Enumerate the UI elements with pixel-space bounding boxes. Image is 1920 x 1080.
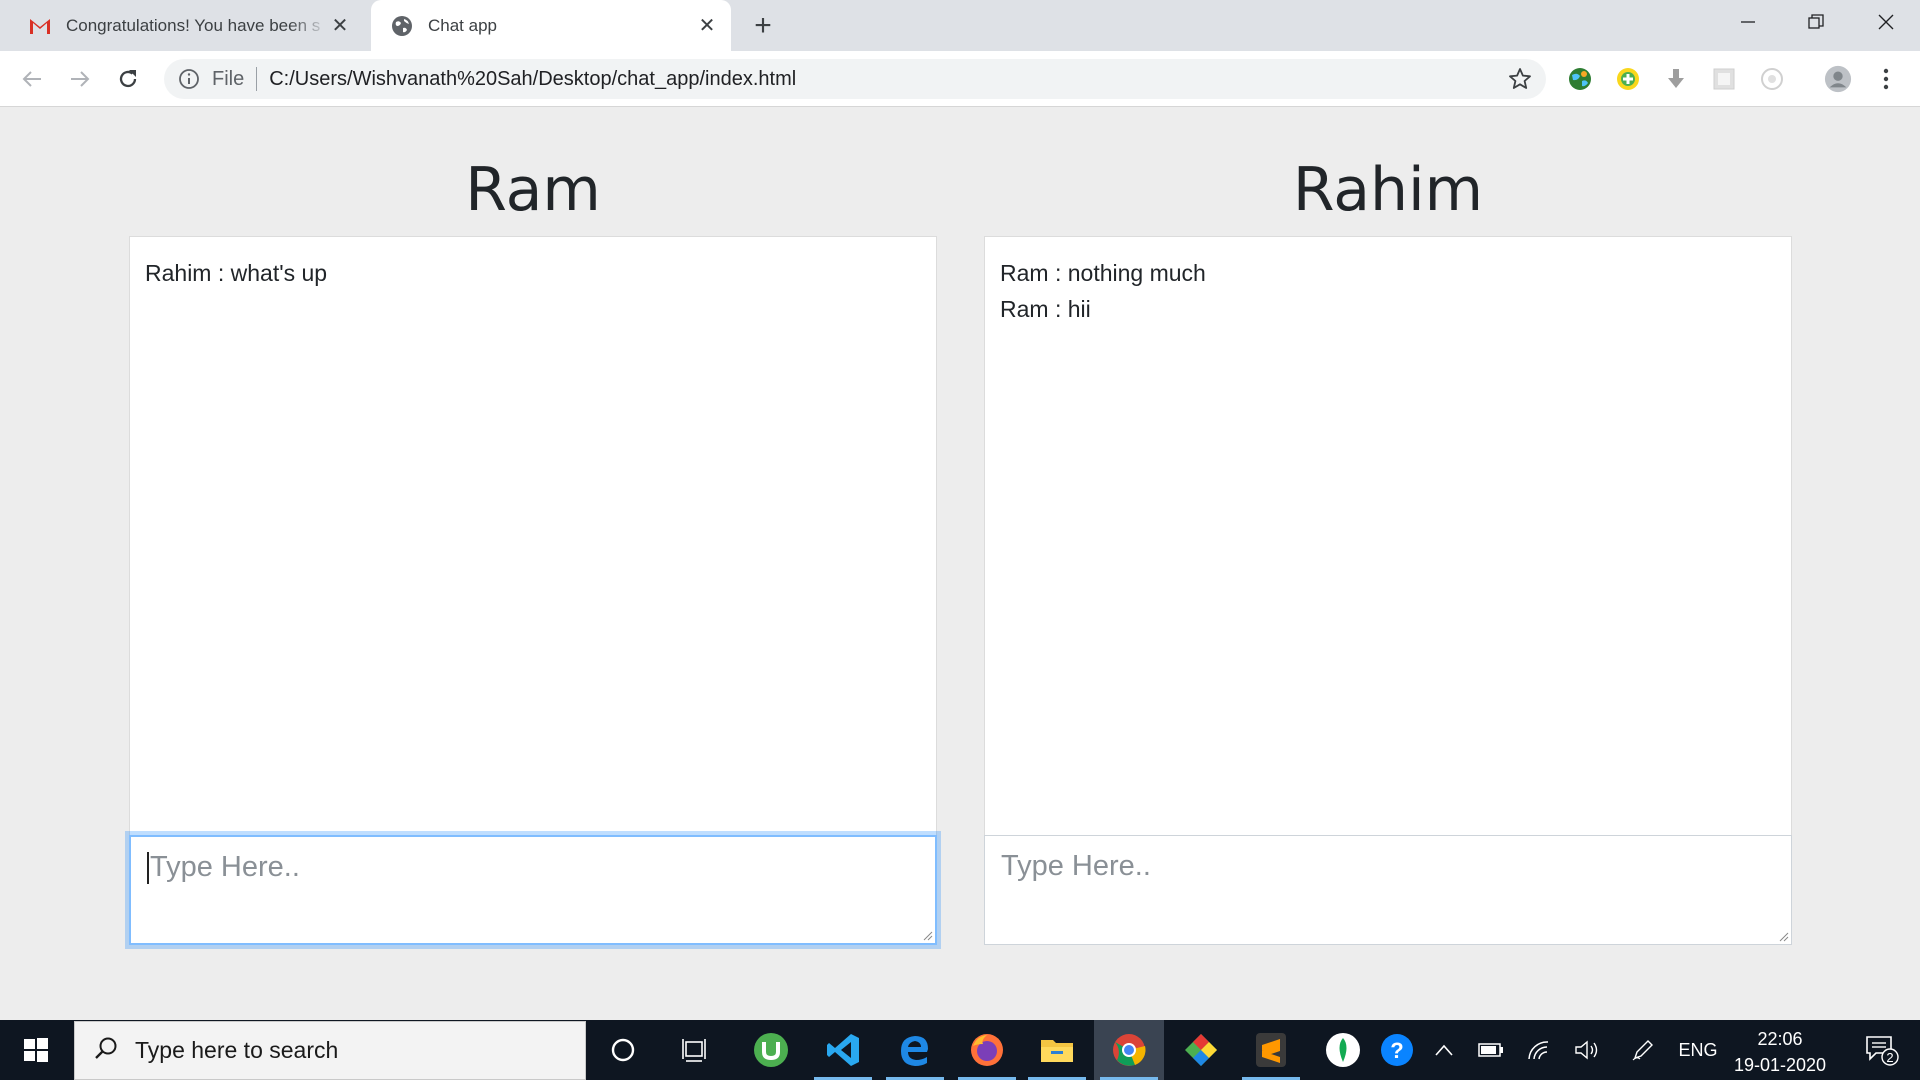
browser-toolbar: File C:/Users/Wishvanath%20Sah/Desktop/c… <box>0 51 1920 107</box>
chat-user-name: Ram <box>465 155 601 225</box>
forward-arrow-icon[interactable] <box>64 63 96 95</box>
browser-tab-strip: Congratulations! You have been s ✕ Chat … <box>0 0 1920 51</box>
windows-taskbar: Type here to search ? ENG 22:06 19-01-20… <box>0 1020 1920 1080</box>
profile-avatar-icon[interactable] <box>1824 65 1852 93</box>
input-placeholder: Type Here.. <box>150 851 300 883</box>
divider <box>256 67 258 91</box>
tab-gmail[interactable]: Congratulations! You have been s ✕ <box>14 0 364 51</box>
new-tab-icon[interactable]: + <box>747 9 779 42</box>
download-extension-icon[interactable] <box>1662 65 1690 93</box>
bookmark-star-icon[interactable] <box>1508 67 1532 96</box>
pen-icon[interactable] <box>1626 1020 1660 1080</box>
firefox-icon[interactable] <box>952 1020 1022 1080</box>
message-list: Ram : nothing much Ram : hii <box>985 237 1791 345</box>
file-explorer-icon[interactable] <box>1022 1020 1092 1080</box>
clock-date: 19-01-2020 <box>1733 1055 1827 1075</box>
scheme-label: File <box>212 67 245 90</box>
resize-grip-icon[interactable] <box>1777 930 1789 942</box>
restore-icon[interactable] <box>1782 0 1850 44</box>
language-indicator[interactable]: ENG <box>1672 1020 1724 1080</box>
close-tab-icon[interactable]: ✕ <box>695 14 719 38</box>
tab-title: Chat app <box>428 15 497 35</box>
gmail-icon <box>28 14 52 38</box>
edge-icon[interactable] <box>880 1020 950 1080</box>
chrome-icon[interactable] <box>1094 1020 1164 1080</box>
text-caret <box>147 852 149 885</box>
input-placeholder: Type Here.. <box>1001 850 1151 882</box>
search-icon <box>93 1035 119 1066</box>
address-bar[interactable]: File C:/Users/Wishvanath%20Sah/Desktop/c… <box>164 59 1546 99</box>
vscode-icon[interactable] <box>808 1020 878 1080</box>
message-item: Ram : nothing much <box>1000 260 1206 286</box>
menu-kebab-icon[interactable] <box>1872 65 1900 93</box>
svg-text:?: ? <box>1390 1038 1403 1063</box>
windows-start-icon[interactable] <box>0 1020 72 1080</box>
tab-title: Congratulations! You have been s <box>66 15 321 35</box>
resize-grip-icon[interactable] <box>921 929 933 941</box>
earth-extension-icon[interactable] <box>1566 65 1594 93</box>
close-tab-icon[interactable]: ✕ <box>328 14 352 38</box>
clock-time: 22:06 <box>1757 1029 1803 1049</box>
message-input[interactable]: Type Here.. <box>129 835 937 945</box>
chevron-up-icon[interactable] <box>1428 1020 1460 1080</box>
task-view-icon[interactable] <box>660 1020 730 1080</box>
notification-count: 2 <box>1886 1050 1893 1065</box>
cortana-icon[interactable] <box>588 1020 658 1080</box>
plus-extension-icon[interactable] <box>1614 65 1642 93</box>
info-icon[interactable] <box>178 68 200 90</box>
sublime-text-icon[interactable] <box>1236 1020 1306 1080</box>
volume-icon[interactable] <box>1570 1020 1604 1080</box>
chat-message-area: Rahim : what's up <box>129 236 937 836</box>
search-placeholder: Type here to search <box>135 1037 339 1063</box>
git-icon[interactable] <box>1166 1020 1236 1080</box>
wifi-icon[interactable] <box>1522 1020 1556 1080</box>
close-window-icon[interactable] <box>1852 0 1920 44</box>
globe-icon <box>390 14 414 38</box>
tab-chat-app[interactable]: Chat app ✕ <box>371 0 731 51</box>
message-item: Rahim : what's up <box>145 260 328 286</box>
back-arrow-icon[interactable] <box>16 63 48 95</box>
utorrent-icon[interactable] <box>736 1020 806 1080</box>
circle-extension-icon[interactable] <box>1758 65 1786 93</box>
message-list: Rahim : what's up <box>130 237 936 309</box>
chat-user-name: Rahim <box>1292 155 1484 225</box>
notification-center-icon[interactable]: 2 <box>1854 1020 1910 1080</box>
chat-message-area: Ram : nothing much Ram : hii <box>984 236 1792 836</box>
message-input[interactable]: Type Here.. <box>984 835 1792 945</box>
taskbar-search-box[interactable]: Type here to search <box>74 1021 586 1080</box>
minimize-icon[interactable] <box>1714 0 1782 44</box>
reload-icon[interactable] <box>112 63 144 95</box>
help-icon[interactable]: ? <box>1362 1020 1432 1080</box>
system-clock[interactable]: 22:06 19-01-2020 <box>1730 1026 1830 1078</box>
message-item: Ram : hii <box>1000 296 1091 322</box>
grid-extension-icon[interactable] <box>1710 65 1738 93</box>
url-text[interactable]: C:/Users/Wishvanath%20Sah/Desktop/chat_a… <box>269 68 796 91</box>
battery-icon[interactable] <box>1474 1020 1508 1080</box>
